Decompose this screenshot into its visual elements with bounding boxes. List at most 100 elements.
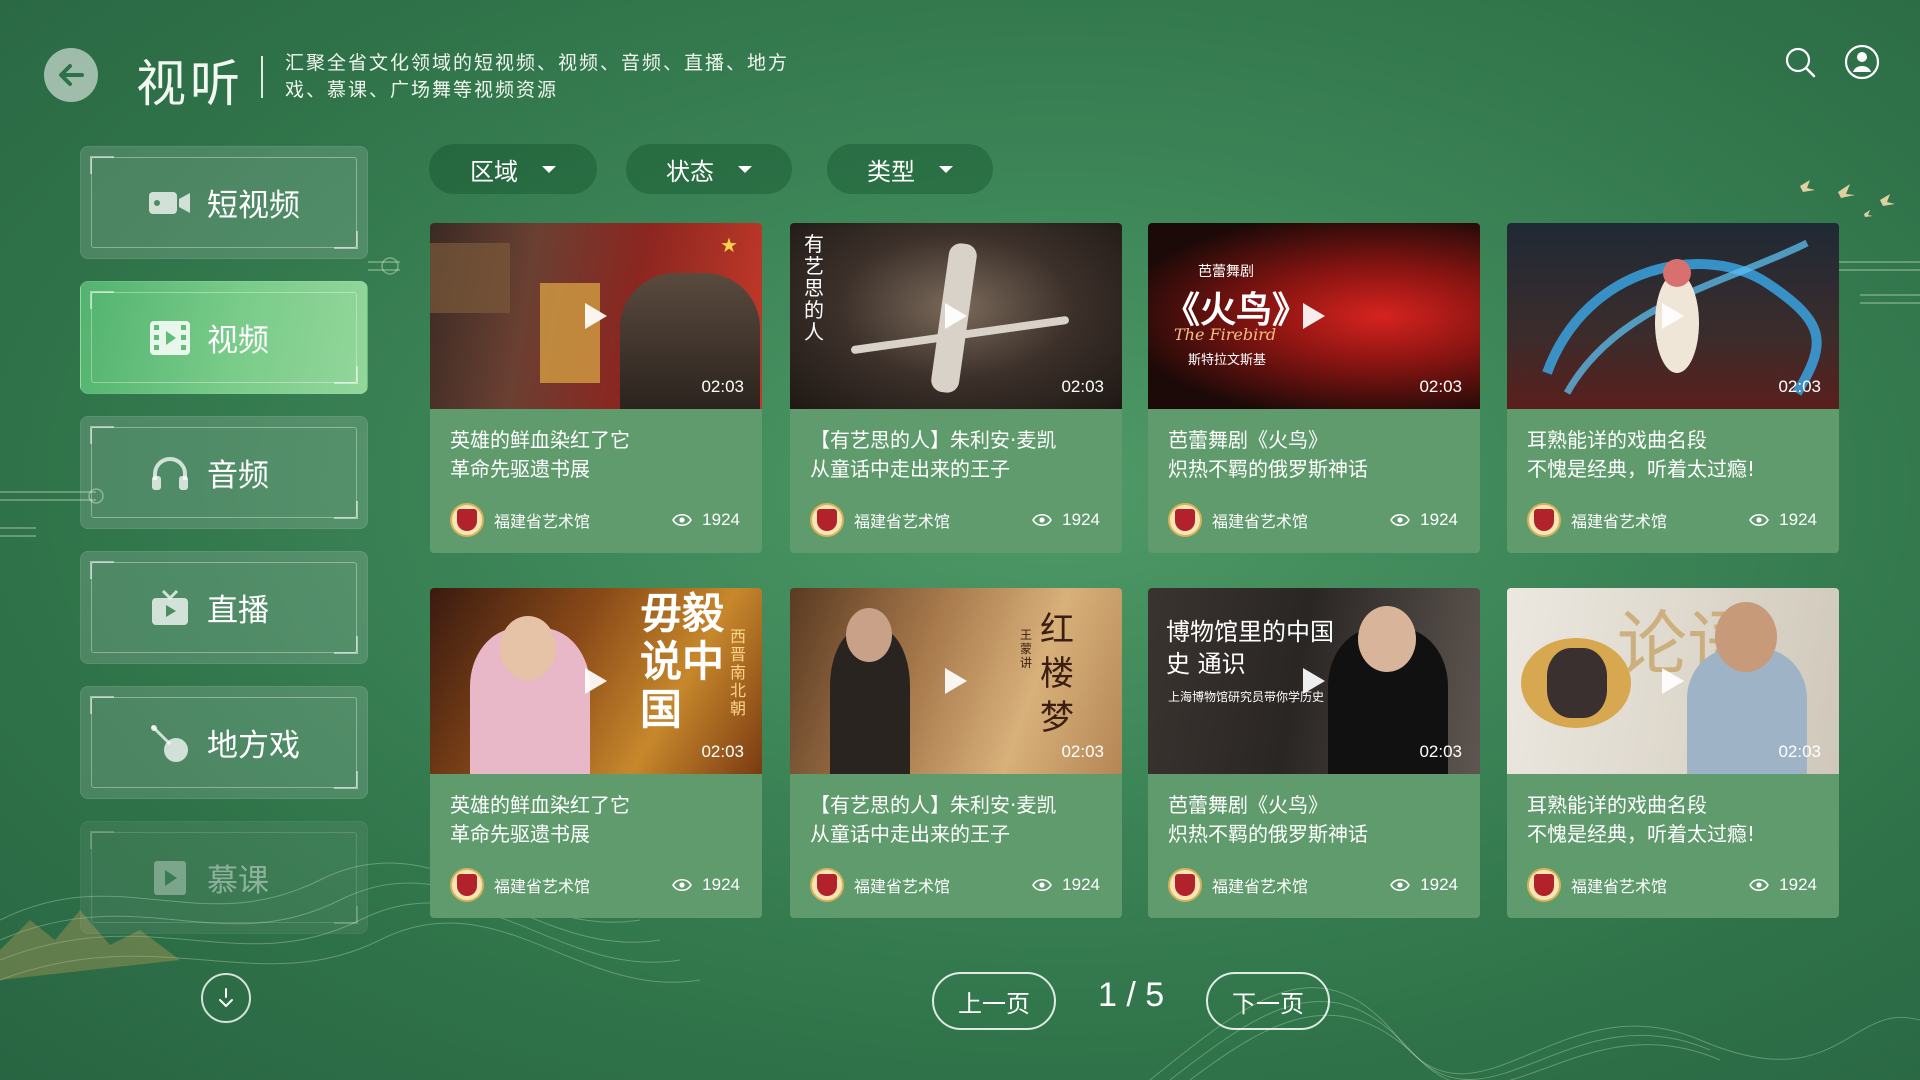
card-title: 【有艺思的人】朱利安·麦凯 从童话中走出来的王子	[790, 774, 1122, 864]
view-count-value: 1924	[1062, 510, 1100, 529]
video-duration: 02:03	[701, 742, 744, 761]
org-name: 福建省艺术馆	[1571, 512, 1668, 531]
view-count: 1924	[672, 510, 740, 530]
video-card[interactable]: 博物馆里的中国史 通识 上海博物馆研究员带你学历史 02:03 芭蕾舞剧《火鸟》…	[1148, 588, 1480, 918]
view-count: 1924	[1390, 510, 1458, 530]
filter-region-dropdown[interactable]: 区域	[429, 144, 597, 194]
sidebar-nav: 短视频 视频 音频 直播 地方戏 慕课	[80, 146, 368, 956]
video-card[interactable]: 有艺思的人 02:03 【有艺思的人】朱利安·麦凯 从童话中走出来的王子 福建省…	[790, 223, 1122, 553]
card-title-line1: 【有艺思的人】朱利安·麦凯	[810, 793, 1057, 817]
card-title-line1: 芭蕾舞剧《火鸟》	[1168, 428, 1328, 452]
video-card[interactable]: 02:03 耳熟能详的戏曲名段 不愧是经典，听着太过瘾! 福建省艺术馆 1924	[1507, 223, 1839, 553]
card-title: 耳熟能详的戏曲名段 不愧是经典，听着太过瘾!	[1507, 774, 1839, 864]
view-count-value: 1924	[1420, 875, 1458, 894]
video-duration: 02:03	[1061, 742, 1104, 761]
org-avatar	[1168, 503, 1202, 537]
sidebar-item-label: 慕课	[207, 863, 269, 899]
play-icon	[1303, 668, 1325, 694]
card-title: 耳熟能详的戏曲名段 不愧是经典，听着太过瘾!	[1507, 409, 1839, 499]
search-button[interactable]	[1782, 44, 1818, 80]
sidebar-item-local-opera[interactable]: 地方戏	[80, 686, 368, 799]
card-meta: 福建省艺术馆 1924	[1507, 868, 1839, 902]
eye-icon	[1749, 513, 1770, 527]
play-icon	[585, 668, 607, 694]
card-meta: 福建省艺术馆 1924	[1148, 503, 1480, 537]
view-count-value: 1924	[702, 875, 740, 894]
thumbnail-overlay-english: The Firebird	[1174, 325, 1277, 344]
card-title-line1: 【有艺思的人】朱利安·麦凯	[810, 428, 1057, 452]
thumbnail-overlay-text: 毋毅说中国	[640, 589, 725, 734]
arrow-left-icon	[59, 64, 84, 86]
card-title-line2: 从童话中走出来的王子	[810, 822, 1010, 846]
sidebar-item-audio[interactable]: 音频	[80, 416, 368, 529]
card-title-line1: 英雄的鲜血染红了它	[450, 428, 630, 452]
next-page-button[interactable]: 下一页	[1206, 972, 1330, 1030]
card-meta: 福建省艺术馆 1924	[790, 503, 1122, 537]
video-duration: 02:03	[1778, 742, 1821, 761]
card-title-line2: 革命先驱遗书展	[450, 457, 590, 481]
thumbnail-overlay-text: 红楼梦	[1040, 610, 1074, 738]
eye-icon	[1032, 513, 1053, 527]
filter-type-dropdown[interactable]: 类型	[827, 144, 993, 194]
eye-icon	[1032, 878, 1053, 892]
sidebar-item-mooc[interactable]: 慕课	[80, 821, 368, 934]
card-title-line1: 芭蕾舞剧《火鸟》	[1168, 793, 1328, 817]
course-play-icon	[147, 858, 193, 898]
user-profile-button[interactable]	[1844, 44, 1880, 80]
video-card[interactable]: 论语 02:03 耳熟能详的戏曲名段 不愧是经典，听着太过瘾! 福建省艺术馆 1…	[1507, 588, 1839, 918]
film-icon	[147, 318, 193, 358]
org-avatar	[450, 868, 484, 902]
sidebar-item-label: 地方戏	[207, 728, 300, 764]
card-title: 芭蕾舞剧《火鸟》 炽热不羁的俄罗斯神话	[1148, 409, 1480, 499]
card-title: 英雄的鲜血染红了它 革命先驱遗书展	[430, 409, 762, 499]
org-avatar	[450, 503, 484, 537]
org-name: 福建省艺术馆	[1571, 877, 1668, 896]
card-title-line2: 革命先驱遗书展	[450, 822, 590, 846]
video-thumbnail: 毋毅说中国 西晋南北朝 02:03	[430, 588, 762, 774]
caret-down-icon	[738, 165, 752, 173]
org-avatar	[1168, 868, 1202, 902]
card-title-line1: 英雄的鲜血染红了它	[450, 793, 630, 817]
video-card[interactable]: 红楼梦 王蒙讲 02:03 【有艺思的人】朱利安·麦凯 从童话中走出来的王子 福…	[790, 588, 1122, 918]
sidebar-item-short-video[interactable]: 短视频	[80, 146, 368, 259]
thumbnail-overlay-subtitle: 斯特拉文斯基	[1188, 353, 1267, 368]
org-avatar	[1527, 868, 1561, 902]
eye-icon	[1390, 878, 1411, 892]
thumbnail-overlay-text: 芭蕾舞剧	[1198, 264, 1254, 280]
play-icon	[1662, 668, 1684, 694]
video-duration: 02:03	[1778, 377, 1821, 396]
prev-page-button[interactable]: 上一页	[932, 972, 1056, 1030]
view-count-value: 1924	[1420, 510, 1458, 529]
back-button[interactable]	[44, 48, 98, 102]
sidebar-item-label: 短视频	[207, 188, 300, 224]
video-card[interactable]: 毋毅说中国 西晋南北朝 02:03 英雄的鲜血染红了它 革命先驱遗书展 福建省艺…	[430, 588, 762, 918]
org-avatar	[1527, 503, 1561, 537]
org-name: 福建省艺术馆	[854, 877, 951, 896]
card-title-line2: 不愧是经典，听着太过瘾!	[1527, 822, 1756, 846]
video-duration: 02:03	[1061, 377, 1104, 396]
play-icon	[945, 668, 967, 694]
filter-status-dropdown[interactable]: 状态	[626, 144, 792, 194]
card-title-line1: 耳熟能详的戏曲名段	[1527, 428, 1707, 452]
thumbnail-overlay-side: 西晋南北朝	[730, 627, 747, 718]
view-count: 1924	[1032, 510, 1100, 530]
video-thumbnail: 红楼梦 王蒙讲 02:03	[790, 588, 1122, 774]
video-thumbnail: 芭蕾舞剧 《火鸟》 The Firebird 斯特拉文斯基 02:03	[1148, 223, 1480, 409]
sidebar-item-live[interactable]: 直播	[80, 551, 368, 664]
headphones-icon	[147, 453, 193, 493]
video-card[interactable]: ★ 02:03 英雄的鲜血染红了它 革命先驱遗书展 福建省艺术馆 1924	[430, 223, 762, 553]
sidebar-item-video[interactable]: 视频	[80, 281, 368, 394]
card-title-line2: 炽热不羁的俄罗斯神话	[1168, 822, 1368, 846]
page-description: 汇聚全省文化领域的短视频、视频、音频、直播、地方戏、慕课、广场舞等视频资源	[285, 52, 790, 101]
video-card[interactable]: 芭蕾舞剧 《火鸟》 The Firebird 斯特拉文斯基 02:03 芭蕾舞剧…	[1148, 223, 1480, 553]
card-title-line2: 不愧是经典，听着太过瘾!	[1527, 457, 1756, 481]
card-meta: 福建省艺术馆 1924	[1148, 868, 1480, 902]
eye-icon	[1749, 878, 1770, 892]
play-icon	[1303, 303, 1325, 329]
card-meta: 福建省艺术馆 1924	[430, 868, 762, 902]
video-duration: 02:03	[701, 377, 744, 396]
scroll-down-button[interactable]	[201, 973, 251, 1023]
video-thumbnail: 博物馆里的中国史 通识 上海博物馆研究员带你学历史 02:03	[1148, 588, 1480, 774]
view-count: 1924	[1032, 875, 1100, 895]
chevron-down-icon	[219, 988, 233, 1008]
